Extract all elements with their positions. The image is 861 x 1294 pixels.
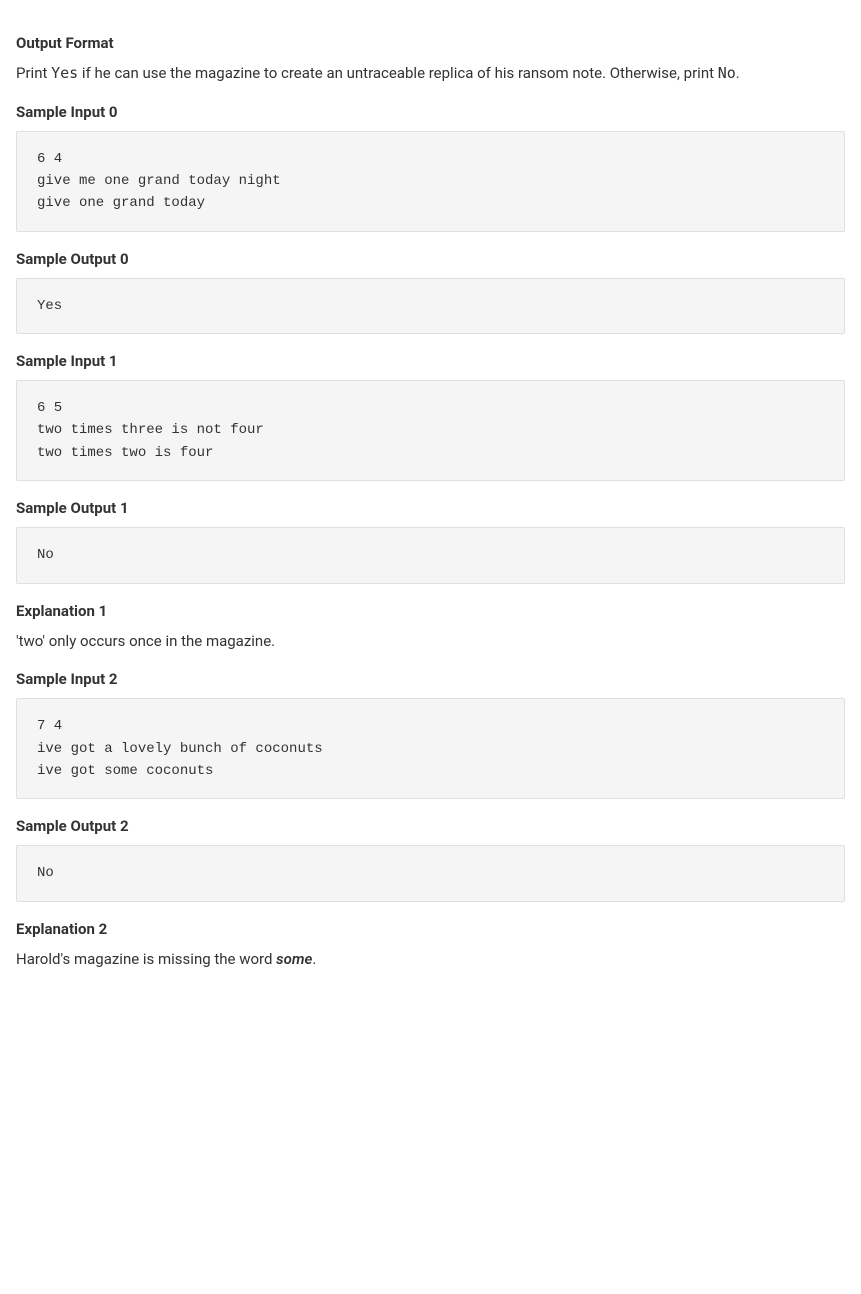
sample-output-1-section: Sample Output 1 No <box>16 499 845 583</box>
sample-input-2-heading: Sample Input 2 <box>16 670 845 688</box>
yes-code: Yes <box>51 64 78 82</box>
sample-output-0-code: Yes <box>16 278 845 334</box>
sample-input-2-code: 7 4 ive got a lovely bunch of coconuts i… <box>16 698 845 799</box>
explanation-2-text-before: Harold's magazine is missing the word <box>16 950 276 968</box>
explanation-1-heading: Explanation 1 <box>16 602 845 620</box>
sample-input-0-code: 6 4 give me one grand today night give o… <box>16 131 845 232</box>
sample-input-0-heading: Sample Input 0 <box>16 103 845 121</box>
sample-output-2-heading: Sample Output 2 <box>16 817 845 835</box>
explanation-2-text: Harold's magazine is missing the word so… <box>16 948 845 971</box>
sample-input-1-section: Sample Input 1 6 5 two times three is no… <box>16 352 845 481</box>
explanation-1-section: Explanation 1 'two' only occurs once in … <box>16 602 845 653</box>
sample-output-1-heading: Sample Output 1 <box>16 499 845 517</box>
explanation-2-heading: Explanation 2 <box>16 920 845 938</box>
no-code: No <box>718 64 736 82</box>
sample-input-2-section: Sample Input 2 7 4 ive got a lovely bunc… <box>16 670 845 799</box>
sample-output-2-code: No <box>16 845 845 901</box>
explanation-2-text-after: . <box>312 950 316 968</box>
sample-output-1-code: No <box>16 527 845 583</box>
output-format-text: Print Yes if he can use the magazine to … <box>16 62 845 85</box>
sample-output-0-heading: Sample Output 0 <box>16 250 845 268</box>
sample-output-2-section: Sample Output 2 No <box>16 817 845 901</box>
output-format-text-before: Print <box>16 64 51 82</box>
explanation-2-italic-word: some <box>276 950 312 968</box>
explanation-1-text: 'two' only occurs once in the magazine. <box>16 630 845 653</box>
output-format-text-middle: if he can use the magazine to create an … <box>78 64 718 82</box>
sample-output-0-section: Sample Output 0 Yes <box>16 250 845 334</box>
sample-input-1-heading: Sample Input 1 <box>16 352 845 370</box>
sample-input-1-code: 6 5 two times three is not four two time… <box>16 380 845 481</box>
output-format-text-after: . <box>736 64 740 82</box>
output-format-heading: Output Format <box>16 34 845 52</box>
sample-input-0-section: Sample Input 0 6 4 give me one grand tod… <box>16 103 845 232</box>
output-format-section: Output Format Print Yes if he can use th… <box>16 34 845 85</box>
explanation-2-section: Explanation 2 Harold's magazine is missi… <box>16 920 845 971</box>
